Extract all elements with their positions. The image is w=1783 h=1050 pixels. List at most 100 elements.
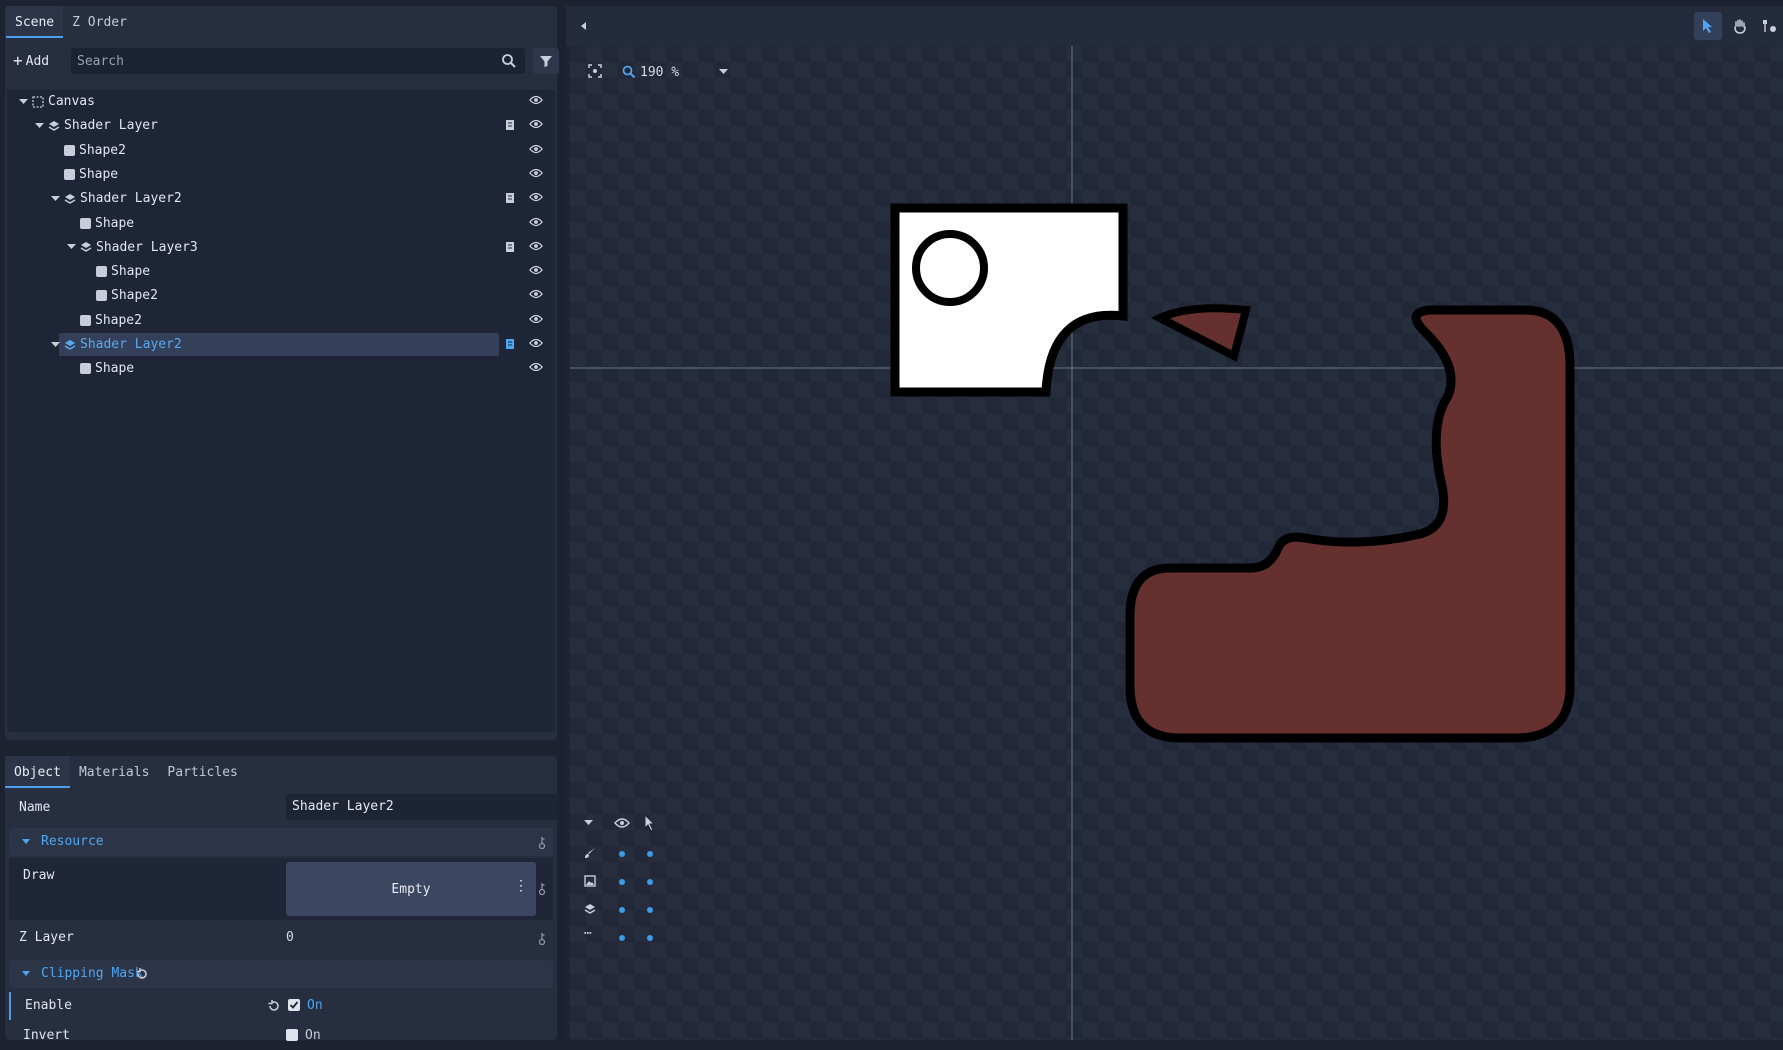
brush-icon[interactable] <box>584 847 596 859</box>
zlayer-label: Z Layer <box>19 930 74 945</box>
search-input[interactable] <box>71 48 483 74</box>
eye-icon[interactable] <box>529 167 543 182</box>
eye-icon[interactable] <box>529 337 543 352</box>
eye-icon[interactable] <box>529 118 543 133</box>
reset-icon[interactable] <box>135 967 149 981</box>
chevron-down-icon[interactable] <box>17 98 29 105</box>
scene-tabs: Scene Z Order <box>6 6 136 38</box>
tree-node[interactable]: Shape2 <box>7 309 555 332</box>
shape-icon <box>96 290 107 302</box>
tree-node[interactable]: Shader Layer2 <box>7 187 555 210</box>
inspector-panel: Object Materials Particles Name Shader L… <box>5 756 558 1043</box>
visibility-dot[interactable] <box>647 935 653 941</box>
chevron-down-icon[interactable] <box>584 820 593 826</box>
enable-value: On <box>307 998 323 1013</box>
eye-icon[interactable] <box>529 288 543 303</box>
more-vertical-icon[interactable]: ⋮ <box>514 878 528 894</box>
filter-button[interactable] <box>533 48 559 74</box>
tree-node[interactable]: Shader Layer2 <box>7 333 555 356</box>
frame-selection-icon[interactable] <box>588 64 602 78</box>
eye-icon[interactable] <box>529 313 543 328</box>
image-icon[interactable] <box>584 875 596 887</box>
tab-z-order[interactable]: Z Order <box>63 6 136 38</box>
tree-node[interactable]: Shape <box>7 212 555 235</box>
chevron-left-icon[interactable] <box>580 21 588 31</box>
eye-icon[interactable] <box>529 94 543 109</box>
add-node-button[interactable]: + Add <box>13 48 57 74</box>
tree-node[interactable]: Shape <box>7 260 555 283</box>
enable-checkbox[interactable] <box>288 999 300 1011</box>
tree-node[interactable]: Canvas <box>7 90 555 113</box>
filter-icon <box>540 56 552 67</box>
tree-node[interactable]: Shape <box>7 357 555 380</box>
tab-object[interactable]: Object <box>5 756 70 788</box>
tab-particles[interactable]: Particles <box>158 756 246 788</box>
node-mode-button[interactable] <box>1756 12 1783 40</box>
visibility-dot[interactable] <box>647 851 653 857</box>
visibility-dot[interactable] <box>619 907 625 913</box>
visibility-dot[interactable] <box>647 879 653 885</box>
draw-resource-button[interactable]: Empty ⋮ <box>286 862 536 916</box>
eye-icon[interactable] <box>529 264 543 279</box>
visibility-dot[interactable] <box>619 851 625 857</box>
canvas-icon <box>32 95 44 108</box>
tree-node-label: Shader Layer3 <box>96 239 198 255</box>
tree-node[interactable]: Shape2 <box>7 139 555 162</box>
chevron-down-icon <box>22 971 30 976</box>
pan-mode-button[interactable] <box>1726 12 1754 40</box>
select-mode-button[interactable] <box>1694 12 1722 40</box>
chevron-down-icon[interactable] <box>49 195 61 202</box>
chevron-down-icon[interactable] <box>33 122 45 129</box>
shape-icon <box>64 168 75 180</box>
tree-node-label: Shape2 <box>95 312 142 328</box>
eye-icon[interactable] <box>529 143 543 158</box>
resource-section-header[interactable]: Resource <box>9 828 553 856</box>
invert-row: Invert On <box>9 1022 553 1050</box>
canvas-drawing[interactable] <box>570 46 1783 1040</box>
plus-icon: + <box>13 51 23 70</box>
key-icon[interactable] <box>537 932 547 946</box>
tree-node[interactable]: Shader Layer <box>7 114 555 137</box>
eye-icon[interactable] <box>529 191 543 206</box>
tree-node[interactable]: Shape <box>7 163 555 186</box>
draw-row: Draw Empty ⋮ <box>9 858 553 920</box>
invert-checkbox[interactable] <box>286 1029 298 1041</box>
tab-materials[interactable]: Materials <box>70 756 158 788</box>
visibility-dot[interactable] <box>647 907 653 913</box>
tree-node[interactable]: Shape2 <box>7 284 555 307</box>
tree-node-label: Shader Layer2 <box>80 337 182 352</box>
shape-icon <box>80 217 91 229</box>
clipping-mask-section-header[interactable]: Clipping Mask <box>9 960 553 988</box>
eye-icon[interactable] <box>529 216 543 231</box>
zlayer-value[interactable]: 0 <box>286 930 294 945</box>
reset-icon[interactable] <box>267 999 281 1013</box>
layers-icon[interactable] <box>584 903 596 915</box>
name-field[interactable]: Shader Layer2 <box>286 794 558 820</box>
enable-label: Enable <box>25 998 72 1013</box>
script-icon[interactable] <box>505 192 515 208</box>
script-icon[interactable] <box>505 338 515 354</box>
key-icon[interactable] <box>537 882 547 896</box>
visibility-dot[interactable] <box>619 879 625 885</box>
chevron-down-icon[interactable] <box>65 244 77 250</box>
viewport-header <box>566 6 1783 46</box>
key-icon[interactable] <box>537 836 547 850</box>
tree-node[interactable]: Shader Layer3 <box>7 236 555 259</box>
chevron-down-icon[interactable] <box>719 69 729 75</box>
eye-icon[interactable] <box>614 818 630 828</box>
chevron-down-icon[interactable] <box>49 341 61 348</box>
eye-icon[interactable] <box>529 361 543 376</box>
zoom-value[interactable]: 190 % <box>640 65 679 80</box>
search-icon[interactable] <box>501 53 517 69</box>
canvas-area[interactable]: 190 % ⋯ <box>570 46 1783 1040</box>
tab-scene[interactable]: Scene <box>6 6 64 38</box>
invert-label: Invert <box>23 1028 70 1043</box>
zoom-control[interactable]: 190 % <box>588 60 729 84</box>
shape-icon <box>80 363 91 375</box>
script-icon[interactable] <box>505 119 515 135</box>
visibility-dot[interactable] <box>619 935 625 941</box>
tree-node-label: Shape2 <box>79 142 126 158</box>
eye-icon[interactable] <box>529 240 543 255</box>
script-icon[interactable] <box>505 241 515 257</box>
more-icon[interactable]: ⋯ <box>584 926 592 941</box>
